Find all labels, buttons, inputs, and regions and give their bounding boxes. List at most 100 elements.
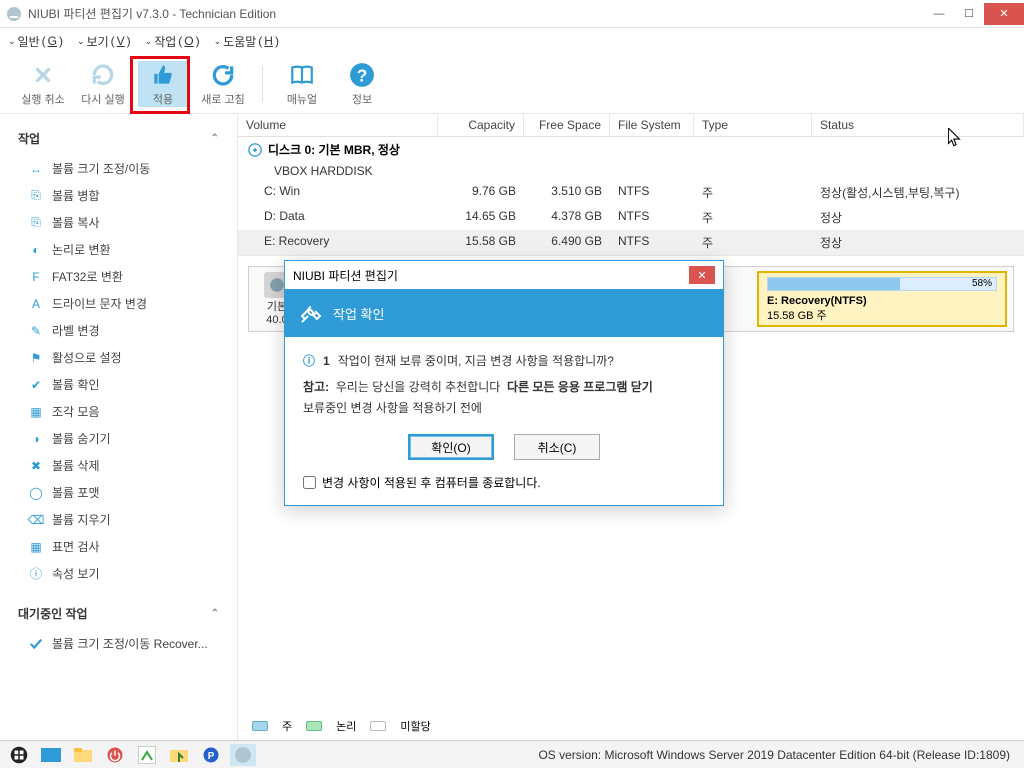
chevron-up-icon: ⌃: [211, 133, 219, 144]
thumbs-up-icon: [149, 61, 177, 89]
col-status[interactable]: Status: [812, 114, 1024, 136]
sidebar-tasks-header[interactable]: 작업 ⌃: [0, 122, 237, 155]
app1-icon[interactable]: [134, 744, 160, 766]
title-bar: NIUBI 파티션 편집기 v7.3.0 - Technician Editio…: [0, 0, 1024, 28]
pending-task-item[interactable]: 볼륨 크기 조정/이동 Recover...: [0, 630, 237, 657]
maximize-button[interactable]: ☐: [954, 3, 984, 25]
shutdown-checkbox[interactable]: [303, 476, 316, 489]
taskview-icon[interactable]: [38, 744, 64, 766]
sidebar-task-item[interactable]: ◐논리로 변환: [0, 236, 237, 263]
chevron-up-icon: ⌃: [211, 608, 219, 619]
minimize-button[interactable]: —: [924, 3, 954, 25]
task-icon: ◑: [28, 431, 44, 447]
table-header: Volume Capacity Free Space File System T…: [238, 114, 1024, 137]
info-button[interactable]: ? 정보: [337, 61, 387, 107]
task-icon: ▦: [28, 404, 44, 420]
task-icon: ⚑: [28, 350, 44, 366]
dialog-close-button[interactable]: ✕: [689, 266, 715, 284]
task-icon: A: [28, 296, 44, 312]
sidebar-task-item[interactable]: ⓘ속성 보기: [0, 560, 237, 587]
sidebar-task-item[interactable]: ⎘볼륨 병합: [0, 182, 237, 209]
app2-icon[interactable]: [166, 744, 192, 766]
col-capacity[interactable]: Capacity: [438, 114, 524, 136]
info-icon: ⓘ: [303, 351, 315, 371]
dialog-body: ⓘ 1 작업이 현재 보류 중이며, 지금 변경 사항을 적용합니까? 참고: …: [285, 337, 723, 428]
dialog-cancel-button[interactable]: 취소(C): [514, 434, 600, 460]
sidebar-task-item[interactable]: ⚑활성으로 설정: [0, 344, 237, 371]
task-icon: ◯: [28, 485, 44, 501]
disk-icon: [248, 143, 262, 157]
sidebar-task-item[interactable]: ▦표면 검사: [0, 533, 237, 560]
dialog-ok-button[interactable]: 확인(O): [408, 434, 494, 460]
dialog-titlebar: NIUBI 파티션 편집기 ✕: [285, 261, 723, 289]
sidebar-task-item[interactable]: ◯볼륨 포맷: [0, 479, 237, 506]
status-bar: P OS version: Microsoft Windows Server 2…: [0, 740, 1024, 768]
volume-row[interactable]: E: Recovery15.58 GB6.490 GBNTFS주정상: [238, 230, 1024, 255]
shutdown-checkbox-label: 변경 사항이 적용된 후 컴퓨터를 종료합니다.: [322, 474, 541, 491]
task-icon: F: [28, 269, 44, 285]
window-controls: — ☐ ✕: [924, 3, 1024, 25]
redo-button[interactable]: 다시 실행: [78, 61, 128, 107]
redo-icon: [89, 61, 117, 89]
task-icon: ↔: [28, 161, 44, 177]
sidebar-task-item[interactable]: ✎라벨 변경: [0, 317, 237, 344]
manual-button[interactable]: 매뉴얼: [277, 61, 327, 107]
sidebar-task-item[interactable]: ↔볼륨 크기 조정/이동: [0, 155, 237, 182]
sidebar-task-item[interactable]: ▦조각 모음: [0, 398, 237, 425]
col-free[interactable]: Free Space: [524, 114, 610, 136]
task-icon: ◐: [28, 242, 44, 258]
dialog-title: NIUBI 파티션 편집기: [293, 267, 398, 284]
menu-view[interactable]: ⌄보기(V): [77, 33, 131, 50]
undo-icon: [29, 61, 57, 89]
menu-task[interactable]: ⌄작업(O): [145, 33, 200, 50]
disk-group-header[interactable]: 디스크 0: 기본 MBR, 정상: [238, 137, 1024, 160]
apply-button[interactable]: 적용: [138, 61, 188, 107]
usage-bar: 58%: [767, 277, 997, 291]
legend: 주 논리 미할당: [252, 718, 431, 734]
niubi-icon[interactable]: [230, 744, 256, 766]
toolbar: 실행 취소 다시 실행 적용 새로 고침 매뉴얼 ? 정보: [0, 54, 1024, 114]
sidebar-task-item[interactable]: ⎘볼륨 복사: [0, 209, 237, 236]
explorer-icon[interactable]: [70, 744, 96, 766]
svg-text:P: P: [208, 750, 215, 761]
question-icon: ?: [348, 61, 376, 89]
app3-icon[interactable]: P: [198, 744, 224, 766]
refresh-button[interactable]: 새로 고침: [198, 61, 248, 107]
sidebar-task-item[interactable]: ✖볼륨 삭제: [0, 452, 237, 479]
disk-map-selected-partition[interactable]: 58% E: Recovery(NTFS) 15.58 GB 주: [757, 271, 1007, 327]
tools-icon: [299, 301, 323, 325]
svg-text:?: ?: [357, 65, 368, 85]
sidebar-task-item[interactable]: ✔볼륨 확인: [0, 371, 237, 398]
start-icon[interactable]: [6, 744, 32, 766]
sidebar-task-item[interactable]: FFAT32로 변환: [0, 263, 237, 290]
dialog-banner: 작업 확인: [285, 289, 723, 337]
sidebar-task-item[interactable]: ⌫볼륨 지우기: [0, 506, 237, 533]
menu-general[interactable]: ⌄일반(G): [8, 33, 63, 50]
menu-bar: ⌄일반(G) ⌄보기(V) ⌄작업(O) ⌄도움말(H): [0, 28, 1024, 54]
undo-button[interactable]: 실행 취소: [18, 61, 68, 107]
taskbar-icons: P: [0, 744, 256, 766]
sidebar-task-item[interactable]: A드라이브 문자 변경: [0, 290, 237, 317]
task-icon: ✎: [28, 323, 44, 339]
check-icon: [28, 636, 44, 652]
menu-help[interactable]: ⌄도움말(H): [214, 33, 279, 50]
app-icon: [6, 6, 22, 22]
confirm-dialog: NIUBI 파티션 편집기 ✕ 작업 확인 ⓘ 1 작업이 현재 보류 중이며,…: [284, 260, 724, 506]
os-version-text: OS version: Microsoft Windows Server 201…: [538, 748, 1024, 762]
task-icon: ▦: [28, 539, 44, 555]
task-icon: ✖: [28, 458, 44, 474]
sidebar-pending-header[interactable]: 대기중인 작업 ⌃: [0, 597, 237, 630]
task-icon: ⎘: [28, 188, 44, 204]
task-icon: ⌫: [28, 512, 44, 528]
col-type[interactable]: Type: [694, 114, 812, 136]
disk-model: VBOX HARDDISK: [238, 160, 1024, 180]
refresh-icon: [209, 61, 237, 89]
col-volume[interactable]: Volume: [238, 114, 438, 136]
power-icon[interactable]: [102, 744, 128, 766]
volume-row[interactable]: D: Data14.65 GB4.378 GBNTFS주정상: [238, 205, 1024, 230]
sidebar-task-item[interactable]: ◑볼륨 숨기기: [0, 425, 237, 452]
col-filesystem[interactable]: File System: [610, 114, 694, 136]
volume-row[interactable]: C: Win9.76 GB3.510 GBNTFS주정상(활성,시스템,부팅,복…: [238, 180, 1024, 205]
close-button[interactable]: ✕: [984, 3, 1024, 25]
toolbar-separator: [262, 66, 263, 102]
